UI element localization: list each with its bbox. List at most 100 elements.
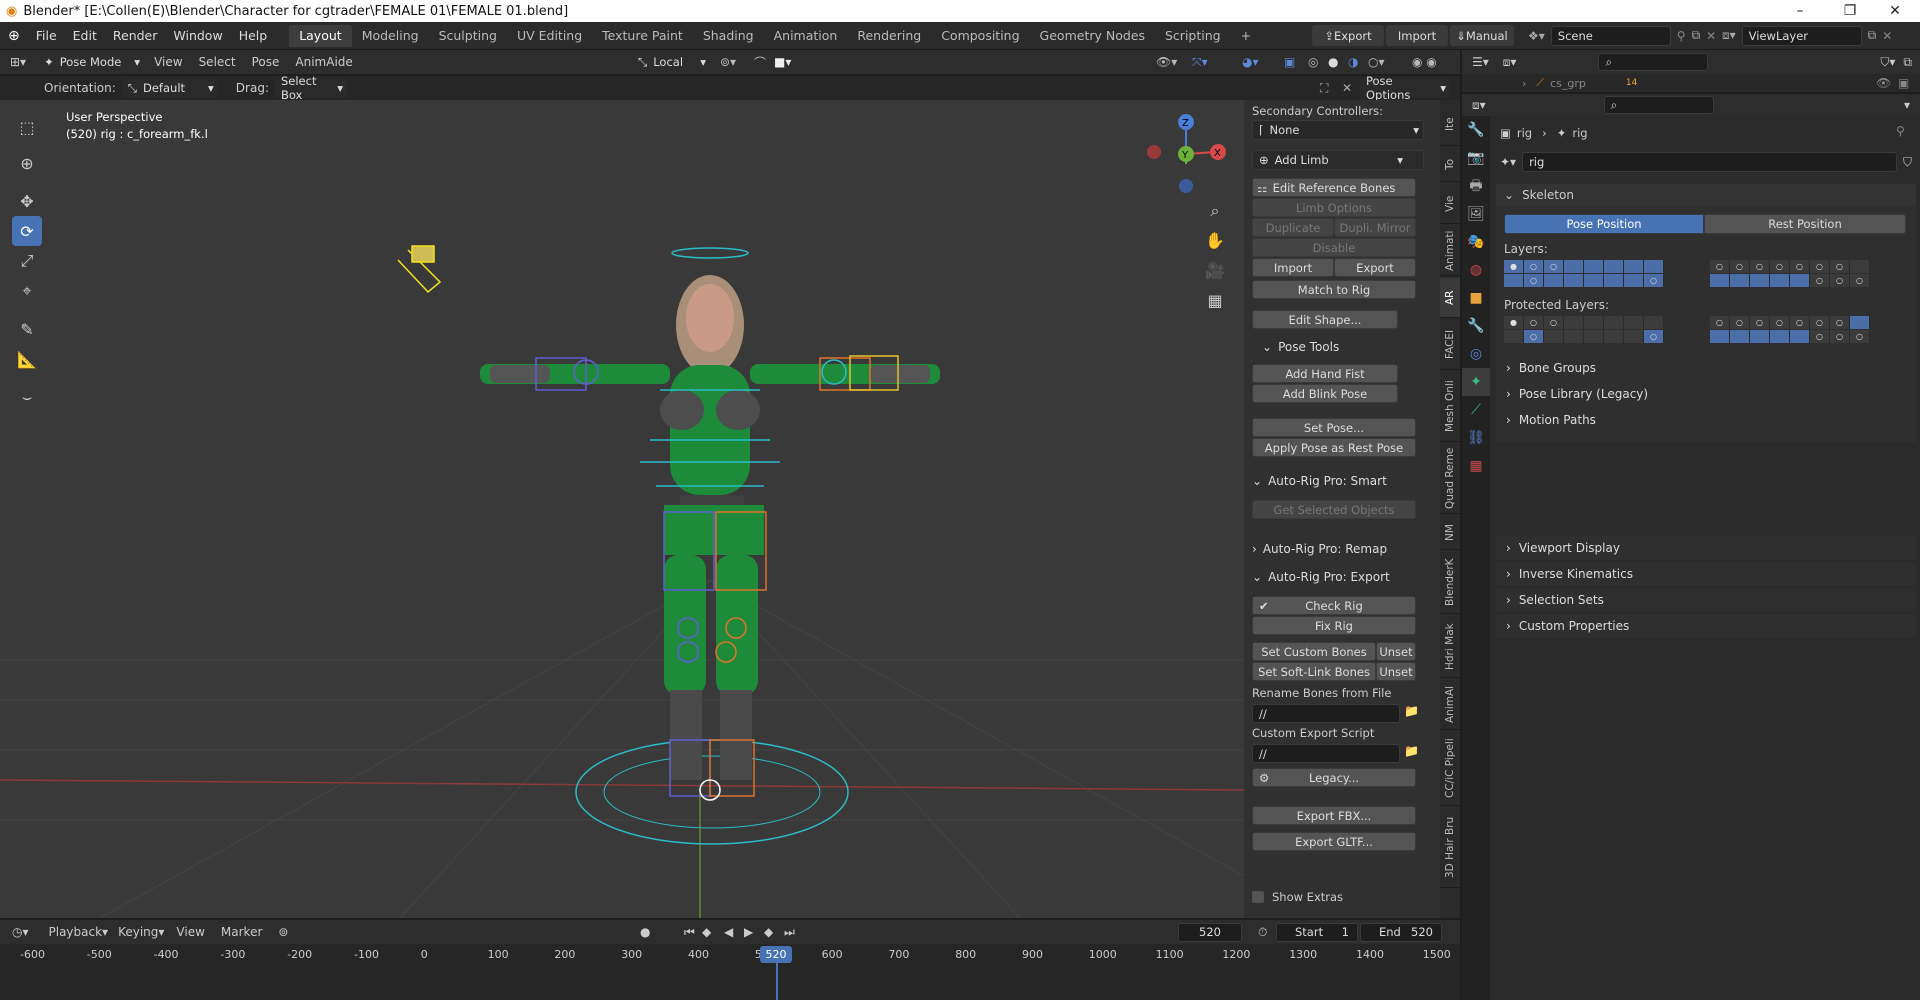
close-button[interactable]: ✕ (1875, 0, 1915, 22)
custom-properties-panel[interactable]: › Custom Properties (1496, 614, 1916, 638)
layer-toggle[interactable] (1624, 274, 1644, 287)
menu-view[interactable]: View (154, 55, 182, 69)
outliner-row[interactable]: › ⟋ cs_grp 14 (1522, 76, 1637, 90)
snap-icon[interactable]: ⌒ (754, 54, 766, 71)
menu-marker[interactable]: Marker (221, 925, 262, 939)
menu-window[interactable]: Window (165, 28, 230, 43)
sidebar-toggle-icon[interactable]: ⛶ (1320, 81, 1328, 96)
layer-toggle[interactable]: ○ (1790, 316, 1810, 329)
bone-constraint-tab-icon[interactable]: ⛓ (1462, 424, 1490, 452)
add-workspace-button[interactable]: + (1231, 25, 1261, 47)
check-rig-button[interactable]: ✔ Check Rig (1252, 596, 1416, 615)
layer-toggle[interactable]: ○ (1750, 316, 1770, 329)
layer-toggle[interactable]: ○ (1850, 274, 1870, 287)
rotate-icon[interactable]: ⟳ (12, 216, 42, 246)
layers-grid-left[interactable]: ● ○ ○ ○ ○ (1504, 260, 1664, 287)
editor-type-icon[interactable]: ⊞▾ (10, 55, 26, 69)
menu-view[interactable]: View (176, 925, 204, 939)
layer-toggle[interactable]: ○ (1830, 260, 1850, 273)
playhead-frame[interactable]: 520 (760, 946, 792, 963)
layers-grid-right[interactable]: ○ ○ ○ ○ ○ ○ ○ ○ ○ ○ (1710, 260, 1870, 287)
cursor-icon[interactable]: ⊕ (12, 148, 42, 178)
orientation-dropdown[interactable]: ⤡ Default ▾ (121, 78, 218, 98)
layer-toggle[interactable]: ○ (1750, 260, 1770, 273)
export-limb-button[interactable]: Export (1334, 258, 1416, 277)
select-box-icon[interactable]: ⬚ (12, 112, 42, 142)
overlays-icon[interactable]: ◕▾ (1242, 55, 1259, 69)
set-soft-link-bones-button[interactable]: Set Soft-Link Bones (1252, 662, 1376, 681)
apply-pose-button[interactable]: Apply Pose as Rest Pose (1252, 438, 1416, 457)
chevron-down-icon[interactable]: ▾ (1904, 98, 1910, 112)
layer-toggle[interactable] (1730, 274, 1750, 287)
layer-toggle[interactable]: ○ (1524, 330, 1544, 343)
viewlayer-name-field[interactable]: ViewLayer (1741, 25, 1862, 46)
layer-toggle[interactable]: ○ (1830, 274, 1850, 287)
layer-toggle[interactable]: ○ (1770, 316, 1790, 329)
transform-orientation-dropdown[interactable]: ⤡ Local ▾ (632, 52, 710, 72)
tab-hdri-maker[interactable]: Hdri Mak (1440, 616, 1460, 678)
folder-icon[interactable]: 📁 (1404, 744, 1419, 758)
visibility-icon[interactable]: 👁▾ (1156, 55, 1177, 69)
tab-item[interactable]: Ite (1440, 104, 1460, 146)
layer-toggle[interactable] (1604, 260, 1624, 273)
auto-keying-icon[interactable]: ⊚ (278, 925, 288, 939)
outliner-editor-icon[interactable]: ☰▾ (1472, 55, 1489, 69)
zoom-icon[interactable]: ⌕ (1200, 196, 1230, 226)
layer-toggle[interactable] (1544, 330, 1564, 343)
3d-viewport[interactable]: User Perspective (520) rig : c_forearm_f… (0, 100, 1244, 918)
minimize-button[interactable]: – (1780, 0, 1820, 22)
unset-soft-link-button[interactable]: Unset (1376, 662, 1416, 681)
export-button[interactable]: ⇪ Export (1312, 25, 1384, 46)
export-gltf-button[interactable]: Export GLTF... (1252, 832, 1416, 851)
scene-selector[interactable]: ❖▾ Scene ⚲ ⧉ ✕ (1528, 25, 1718, 46)
add-limb-dropdown[interactable]: ⊕ Add Limb ▾ (1252, 150, 1424, 170)
inverse-kinematics-panel[interactable]: › Inverse Kinematics (1496, 562, 1916, 586)
layer-toggle[interactable] (1730, 330, 1750, 343)
layer-toggle[interactable] (1790, 330, 1810, 343)
menu-playback[interactable]: Playback (49, 925, 103, 939)
layer-toggle[interactable] (1584, 260, 1604, 273)
protected-layers-grid-right[interactable]: ○ ○ ○ ○ ○ ○ ○ ○ ○ ○ (1710, 316, 1870, 343)
add-blink-pose-button[interactable]: Add Blink Pose (1252, 384, 1398, 403)
layer-toggle[interactable] (1644, 316, 1664, 329)
layer-toggle[interactable]: ○ (1810, 316, 1830, 329)
layer-toggle[interactable] (1604, 316, 1624, 329)
rendered-shading-icon[interactable]: ○▾ (1368, 55, 1385, 69)
tab-shading[interactable]: Shading (693, 25, 764, 47)
modifiers-tab-icon[interactable]: 🔧 (1462, 312, 1490, 340)
layer-toggle[interactable] (1504, 330, 1524, 343)
tab-uv-editing[interactable]: UV Editing (507, 25, 592, 47)
scene-tab-icon[interactable]: 🎭 (1462, 228, 1490, 256)
rest-position-button[interactable]: Rest Position (1704, 214, 1906, 234)
remove-scene-icon[interactable]: ✕ (1706, 29, 1716, 43)
import-button[interactable]: Import (1386, 25, 1448, 46)
layer-toggle[interactable]: ○ (1710, 260, 1730, 273)
material-shading-icon[interactable]: ◑ (1348, 55, 1358, 69)
secondary-controllers-dropdown[interactable]: ⌈ None ▾ (1252, 120, 1424, 140)
selection-sets-panel[interactable]: › Selection Sets (1496, 588, 1916, 612)
layer-toggle[interactable]: ○ (1790, 260, 1810, 273)
layer-toggle[interactable] (1604, 330, 1624, 343)
manual-button[interactable]: ⇓ Manual (1450, 25, 1514, 46)
camera-icon[interactable]: 🎥 (1200, 256, 1230, 286)
tab-sculpting[interactable]: Sculpting (429, 25, 507, 47)
layer-toggle[interactable] (1624, 260, 1644, 273)
proportional-edit-icon[interactable]: ■▾ (774, 55, 791, 69)
layer-toggle[interactable] (1564, 330, 1584, 343)
properties-search-input[interactable]: ⌕ (1603, 96, 1714, 114)
folder-icon[interactable]: 📁 (1404, 704, 1419, 718)
bone-tab-icon[interactable]: ⟋ (1462, 396, 1490, 424)
camera-render-icon[interactable]: ▣ (1898, 76, 1909, 90)
tab-geometry-nodes[interactable]: Geometry Nodes (1030, 25, 1155, 47)
fix-rig-button[interactable]: Fix Rig (1252, 616, 1416, 635)
set-custom-bones-button[interactable]: Set Custom Bones (1252, 642, 1376, 661)
layer-toggle[interactable]: ○ (1730, 316, 1750, 329)
pose-position-button[interactable]: Pose Position (1504, 214, 1704, 234)
tab-texture-paint[interactable]: Texture Paint (592, 25, 693, 47)
menu-keying[interactable]: Keying (118, 925, 158, 939)
layer-toggle[interactable]: ○ (1524, 274, 1544, 287)
layer-toggle[interactable] (1504, 274, 1524, 287)
new-scene-icon[interactable]: ⧉ (1692, 28, 1701, 43)
tab-rendering[interactable]: Rendering (847, 25, 931, 47)
menu-edit[interactable]: Edit (65, 28, 105, 43)
